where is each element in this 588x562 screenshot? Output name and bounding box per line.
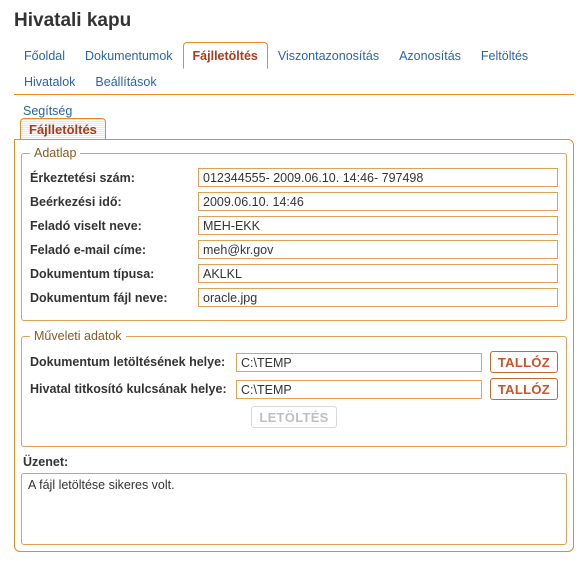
row-key-path: Hivatal titkosító kulcsának helye: C:\TE… [30, 378, 558, 400]
legend-muveleti: Műveleti adatok [30, 329, 126, 343]
tab-fajlletoltes[interactable]: Fájlletöltés [183, 42, 268, 69]
label-erkeztetesi: Érkeztetési szám: [30, 171, 190, 185]
row-felado-nev: Feladó viselt neve: MEH-EKK [30, 216, 558, 235]
label-doc-path: Dokumentum letöltésének helye: [30, 355, 228, 369]
tab-viszontazonositas[interactable]: Viszontazonosítás [268, 42, 389, 68]
value-felado-nev: MEH-EKK [198, 216, 558, 235]
panel-body: Adatlap Érkeztetési szám: 012344555- 200… [14, 139, 574, 552]
label-dok-fajl: Dokumentum fájl neve: [30, 291, 190, 305]
browse-key-button[interactable]: TALLÓZ [490, 378, 558, 400]
tab-bar: Főoldal Dokumentumok Fájlletöltés Viszon… [14, 42, 574, 95]
tab-beallitasok[interactable]: Beállítások [85, 68, 166, 94]
value-dok-tipus: AKLKL [198, 264, 558, 283]
row-felado-email: Feladó e-mail címe: meh@kr.gov [30, 240, 558, 259]
value-beerkezesi: 2009.06.10. 14:46 [198, 192, 558, 211]
label-dok-tipus: Dokumentum típusa: [30, 267, 190, 281]
message-label: Üzenet: [23, 455, 567, 469]
legend-adatlap: Adatlap [30, 146, 80, 160]
row-dok-fajl: Dokumentum fájl neve: oracle.jpg [30, 288, 558, 307]
tab-fooldal[interactable]: Főoldal [14, 42, 75, 68]
fieldset-muveleti: Műveleti adatok Dokumentum letöltésének … [21, 329, 567, 447]
row-dok-tipus: Dokumentum típusa: AKLKL [30, 264, 558, 283]
tab-segitseg[interactable]: Segítség [14, 98, 81, 123]
label-felado-email: Feladó e-mail címe: [30, 243, 190, 257]
row-erkeztetesi: Érkeztetési szám: 012344555- 2009.06.10.… [30, 168, 558, 187]
tab-azonositas[interactable]: Azonosítás [389, 42, 471, 68]
label-felado-nev: Feladó viselt neve: [30, 219, 190, 233]
tab-dokumentumok[interactable]: Dokumentumok [75, 42, 183, 68]
fieldset-adatlap: Adatlap Érkeztetési szám: 012344555- 200… [21, 146, 567, 321]
value-erkeztetesi: 012344555- 2009.06.10. 14:46- 797498 [198, 168, 558, 187]
page-title: Hivatali kapu [14, 10, 574, 32]
label-key-path: Hivatal titkosító kulcsának helye: [30, 382, 228, 396]
message-box: A fájl letöltése sikeres volt. [21, 473, 567, 545]
label-beerkezesi: Beérkezési idő: [30, 195, 190, 209]
download-button[interactable]: LETÖLTÉS [251, 406, 336, 428]
value-felado-email: meh@kr.gov [198, 240, 558, 259]
tab-feltoltes[interactable]: Feltöltés [471, 42, 538, 68]
browse-doc-button[interactable]: TALLÓZ [490, 351, 558, 373]
row-doc-path: Dokumentum letöltésének helye: C:\TEMP T… [30, 351, 558, 373]
tab-hivatalok[interactable]: Hivatalok [14, 68, 85, 94]
row-beerkezesi: Beérkezési idő: 2009.06.10. 14:46 [30, 192, 558, 211]
input-key-path[interactable]: C:\TEMP [236, 380, 482, 399]
value-dok-fajl: oracle.jpg [198, 288, 558, 307]
input-doc-path[interactable]: C:\TEMP [236, 353, 482, 372]
